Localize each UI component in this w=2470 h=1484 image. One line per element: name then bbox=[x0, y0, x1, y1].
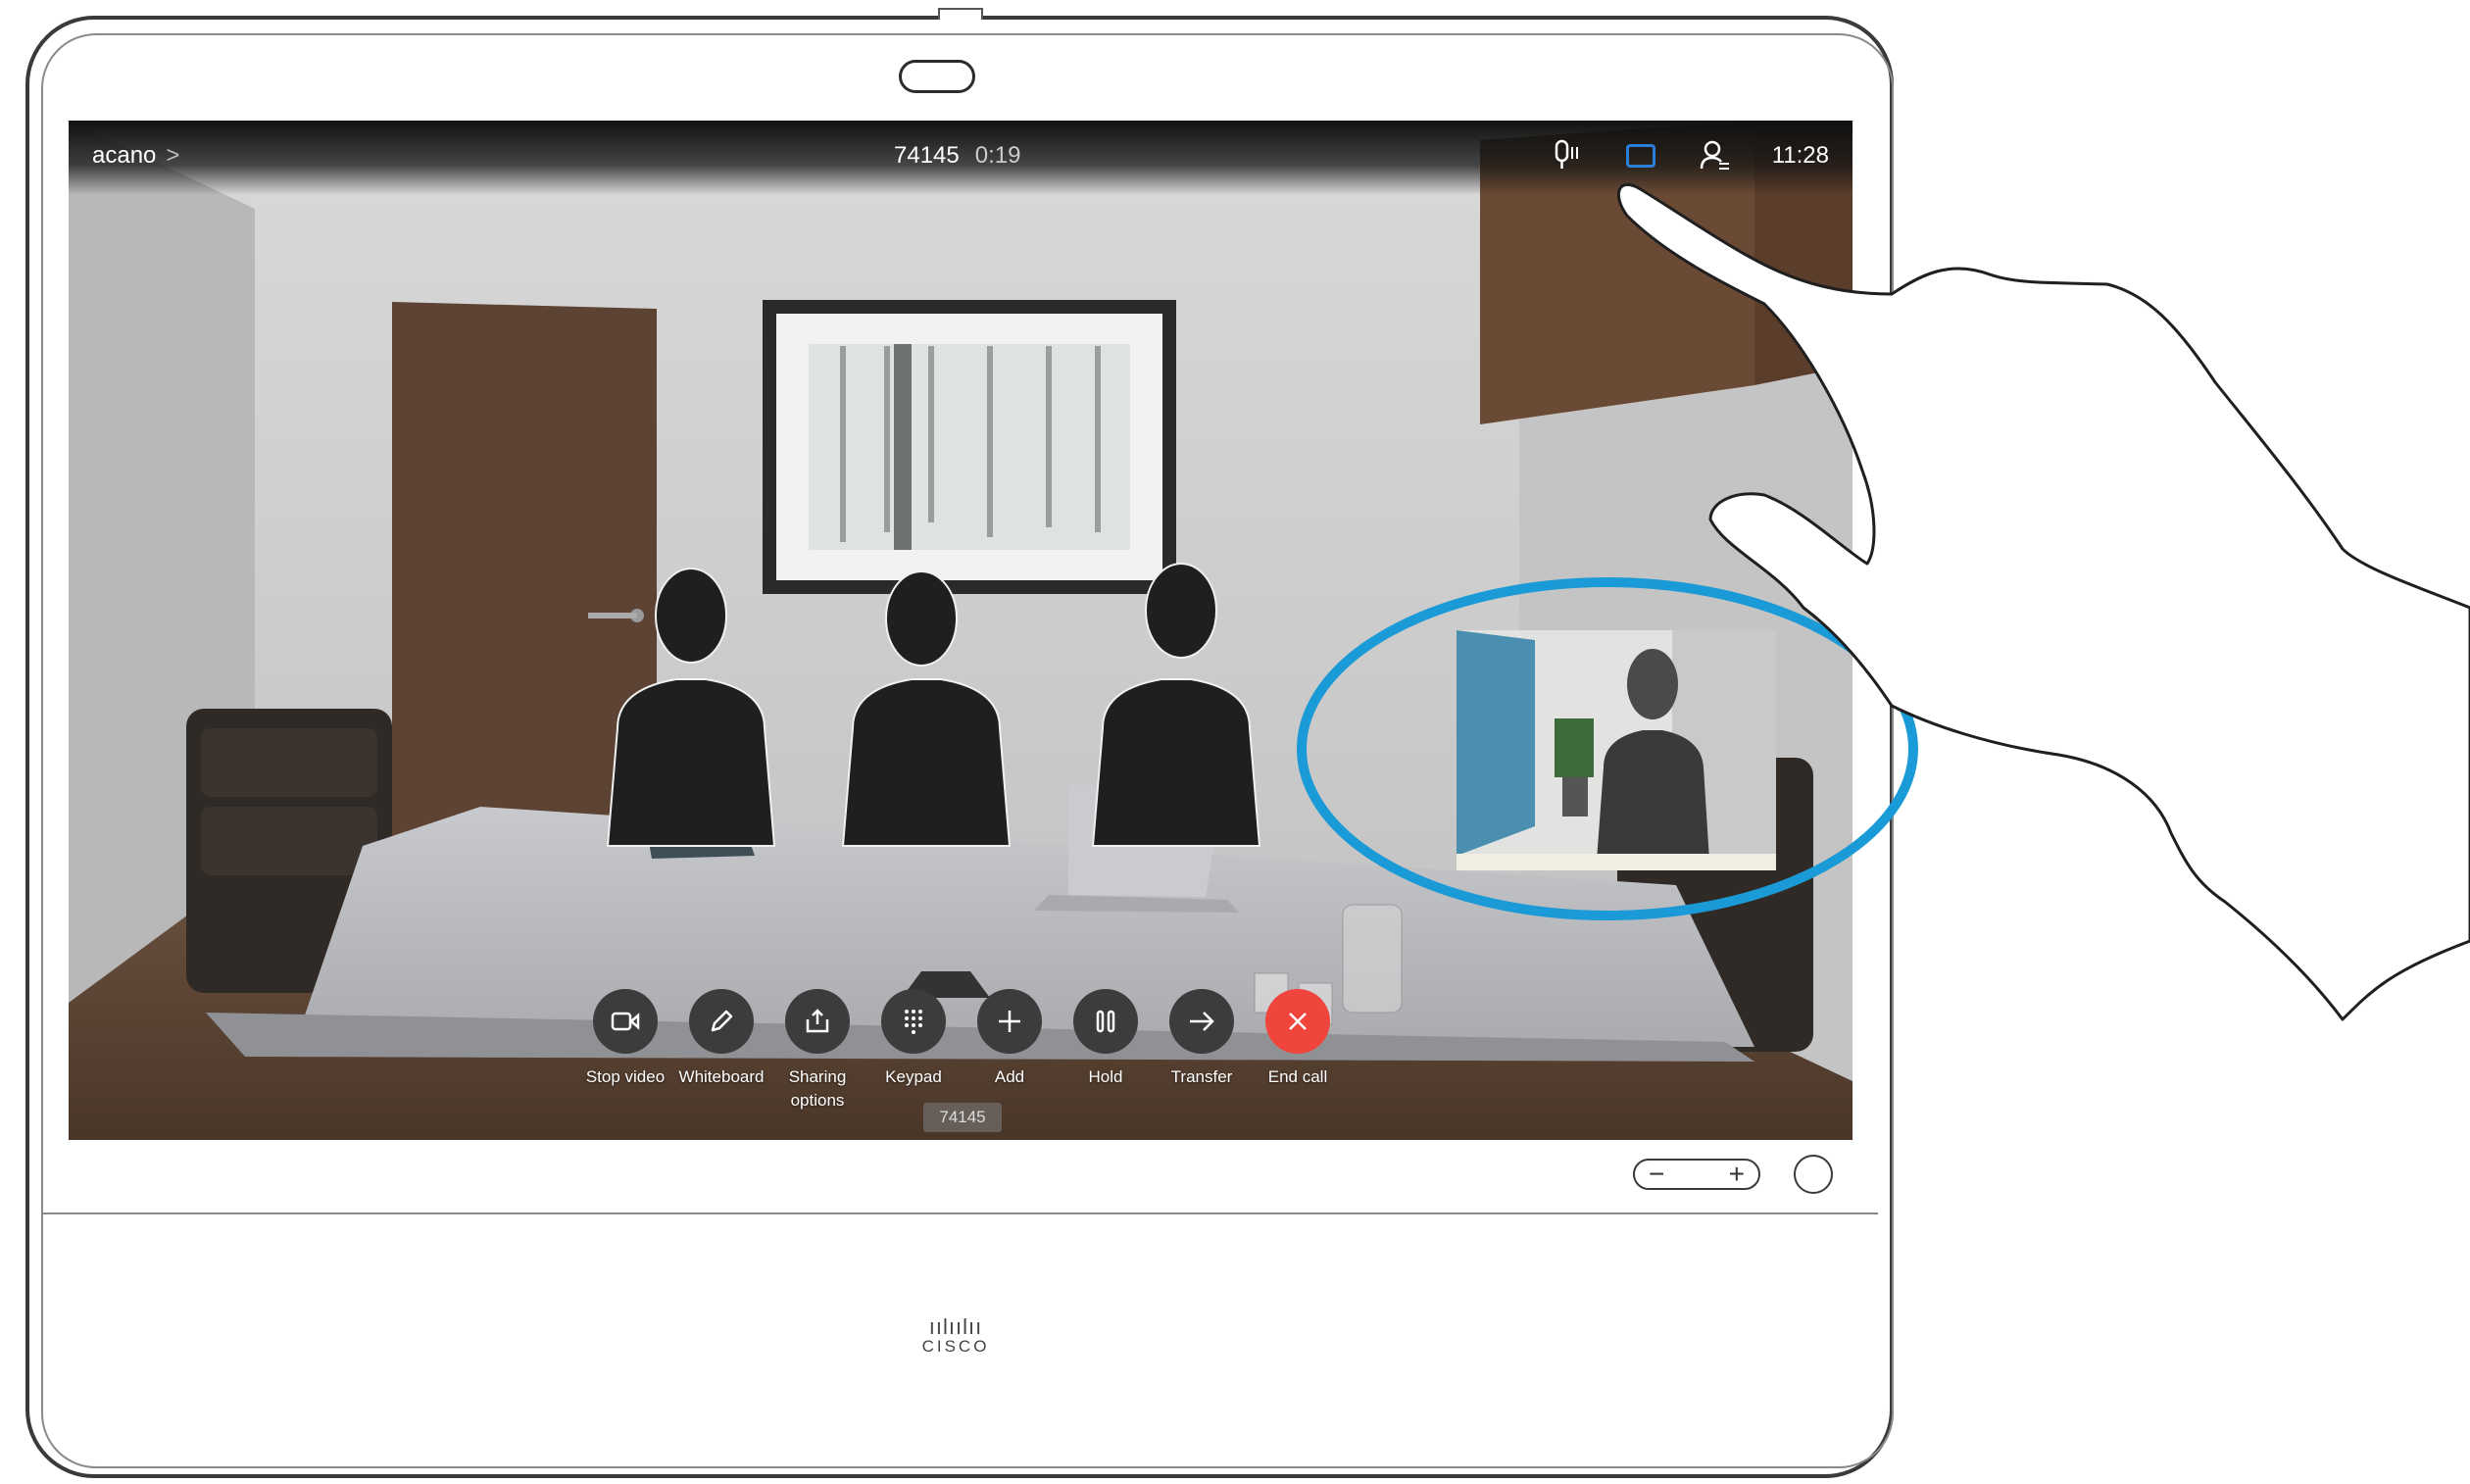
gesture-overlay bbox=[1297, 182, 2470, 1021]
self-view-highlight-ring bbox=[1297, 577, 1918, 920]
